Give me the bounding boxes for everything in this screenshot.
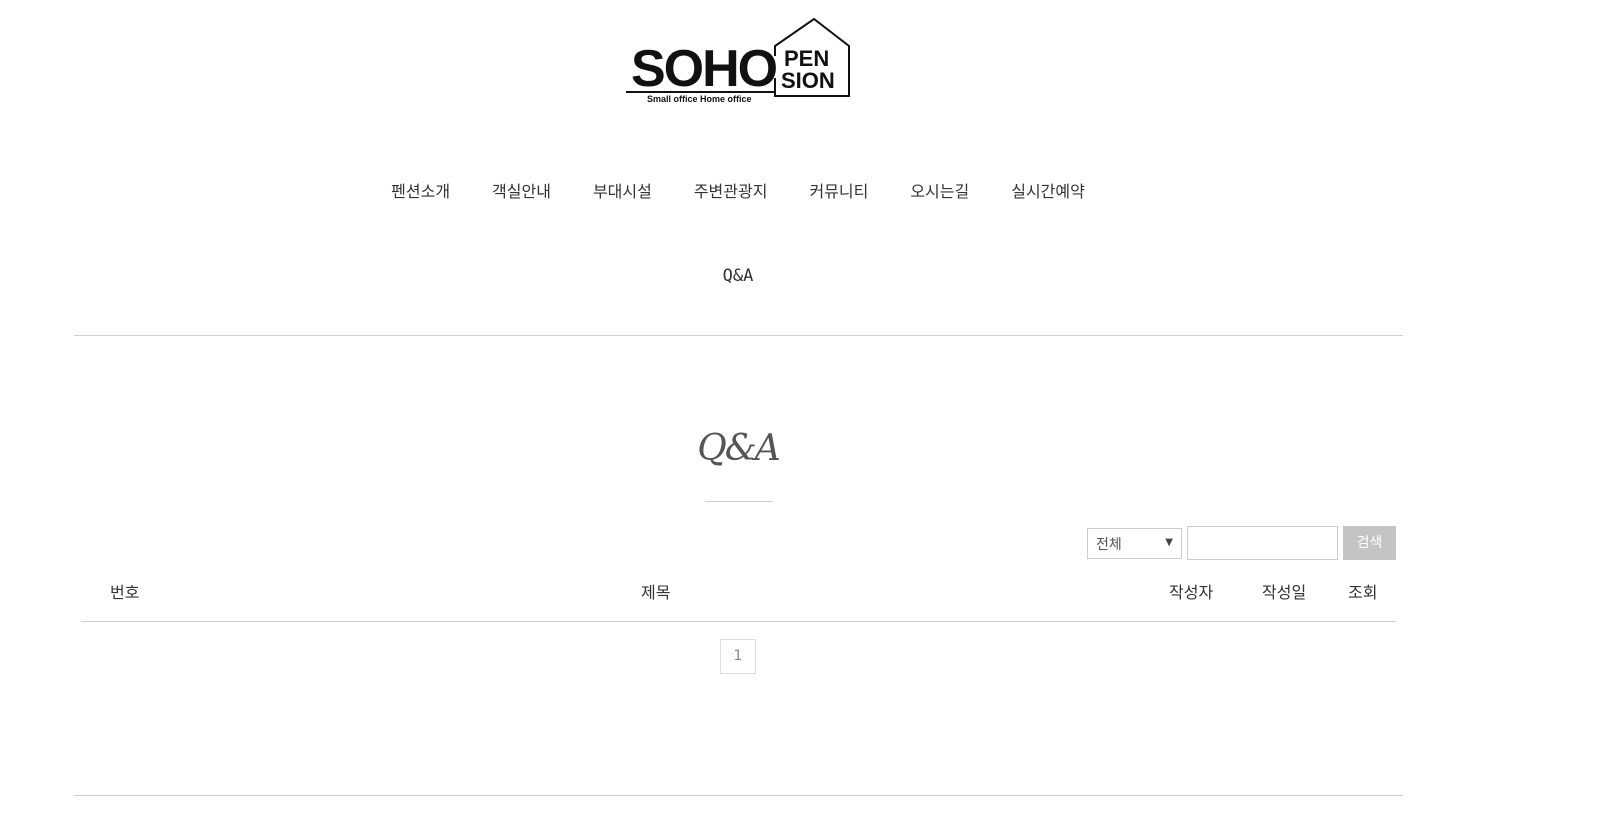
header-divider (74, 335, 1403, 336)
site-logo[interactable]: SOHO PEN SION Small office Home office (623, 16, 853, 108)
footer-divider (74, 795, 1403, 796)
nav-item-pension-intro[interactable]: 펜션소개 (370, 178, 471, 206)
search-button[interactable]: 검색 (1343, 526, 1396, 560)
page-title: Q&A (697, 428, 781, 469)
table-header-divider (81, 621, 1396, 622)
column-header-author: 작성자 (1169, 583, 1214, 602)
sub-nav: Q&A (0, 262, 1476, 290)
nav-item-attractions[interactable]: 주변관광지 (673, 178, 789, 206)
main-nav: 펜션소개 객실안내 부대시설 주변관광지 커뮤니티 오시는길 실시간예약 (0, 178, 1476, 206)
column-header-views: 조회 (1348, 583, 1378, 602)
search-category-value: 전체 (1096, 536, 1122, 553)
nav-item-qa[interactable]: Q&A (723, 262, 754, 290)
logo-sion-text: SION (781, 68, 835, 93)
search-input[interactable] (1187, 526, 1338, 560)
chevron-down-icon: ▼ (1165, 537, 1173, 548)
logo-tagline: Small office Home office (647, 94, 752, 104)
nav-item-reservation[interactable]: 실시간예약 (990, 178, 1106, 206)
search-category-select[interactable]: 전체 ▼ (1087, 528, 1182, 559)
logo-main-text: SOHO (631, 40, 777, 98)
nav-item-rooms[interactable]: 객실안내 (471, 178, 572, 206)
column-header-number: 번호 (110, 583, 140, 602)
nav-item-facilities[interactable]: 부대시설 (572, 178, 673, 206)
nav-item-community[interactable]: 커뮤니티 (788, 178, 889, 206)
pagination-page-1[interactable]: 1 (720, 639, 756, 674)
nav-item-directions[interactable]: 오시는길 (889, 178, 990, 206)
column-header-subject: 제목 (641, 583, 671, 602)
title-underline (705, 501, 773, 502)
column-header-date: 작성일 (1262, 583, 1307, 602)
